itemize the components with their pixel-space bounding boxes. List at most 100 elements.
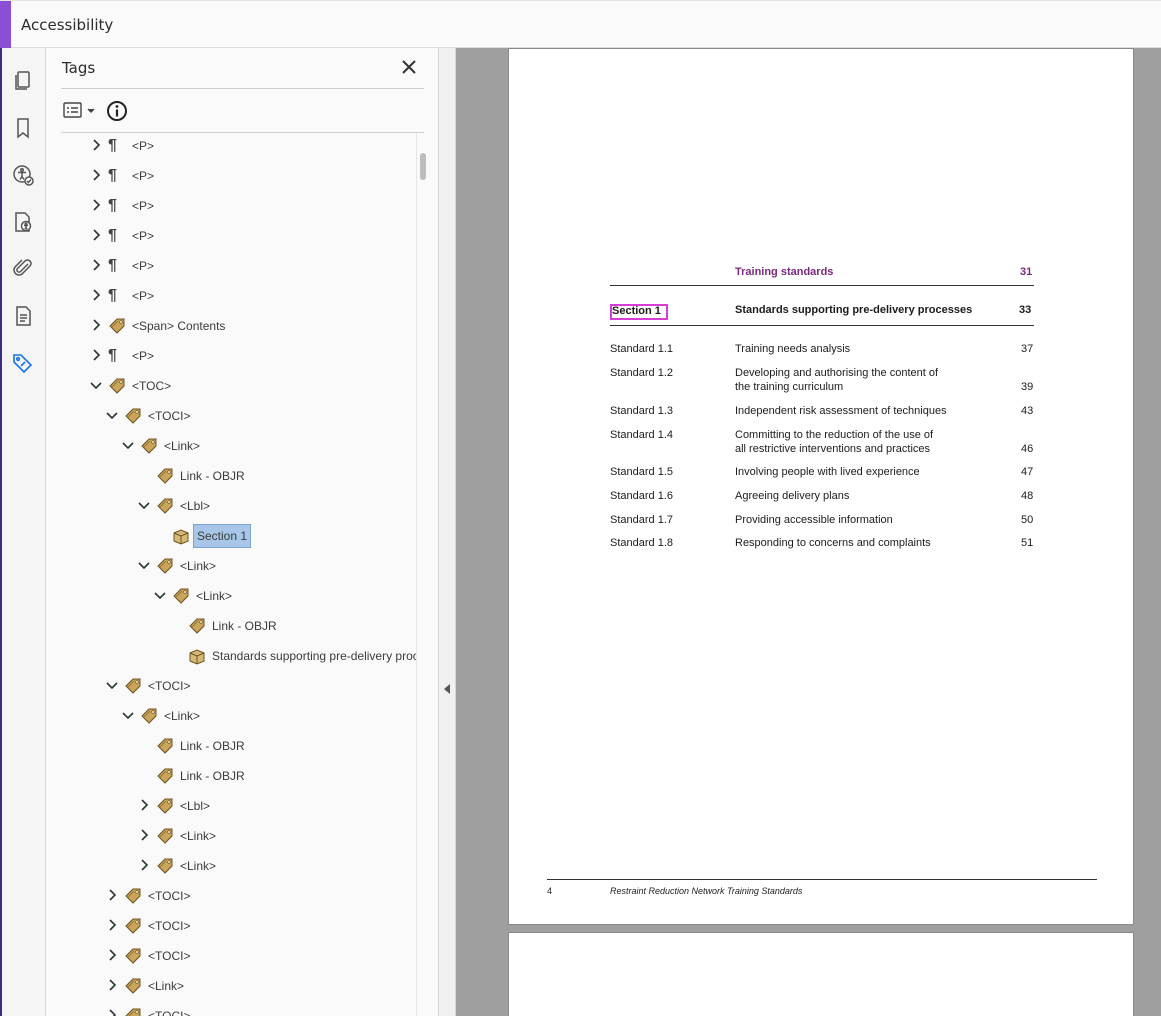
tree-row-label: <Span> Contents <box>132 319 226 333</box>
chevron-right-icon[interactable] <box>105 918 119 932</box>
chevron-right-icon[interactable] <box>137 798 151 812</box>
tree-row[interactable]: ¶ <P> <box>46 161 416 191</box>
scroll-track <box>416 133 417 1016</box>
left-tool-rail <box>0 48 46 1016</box>
tree-row[interactable]: <Link> <box>46 821 416 851</box>
chevron-down-icon[interactable] <box>153 588 167 602</box>
chevron-right-icon[interactable] <box>89 348 103 362</box>
panel-divider <box>61 88 424 89</box>
tree-row-label: <Lbl> <box>180 799 211 813</box>
tags-icon[interactable] <box>10 350 36 376</box>
chevron-right-icon[interactable] <box>89 168 103 182</box>
chevron-down-icon[interactable] <box>121 438 135 452</box>
tree-row-label: <P> <box>132 259 155 273</box>
tag-icon <box>108 377 126 395</box>
tree-row[interactable]: <TOCI> <box>46 671 416 701</box>
tree-row[interactable]: <Lbl> <box>46 791 416 821</box>
tree-row-label: Link - OBJR <box>180 469 245 483</box>
tree-row-label: <P> <box>132 169 155 183</box>
chevron-right-icon[interactable] <box>137 828 151 842</box>
tree-row[interactable]: Link - OBJR <box>46 461 416 491</box>
collapse-panel-icon[interactable] <box>444 684 450 694</box>
tree-row-label: Standards supporting pre-delivery proces… <box>212 649 416 663</box>
footer-rule <box>547 879 1097 880</box>
content-box-icon <box>172 527 190 545</box>
tree-row[interactable]: Link - OBJR <box>46 761 416 791</box>
tree-row[interactable]: <Link> <box>46 851 416 881</box>
tree-row[interactable]: Link - OBJR <box>46 731 416 761</box>
tree-scrollbar[interactable] <box>420 153 426 180</box>
chevron-right-icon[interactable] <box>105 888 119 902</box>
tree-row[interactable]: <Link> <box>46 581 416 611</box>
chevron-down-icon[interactable] <box>137 498 151 512</box>
chevron-right-icon[interactable] <box>89 198 103 212</box>
content-box-icon <box>188 647 206 665</box>
toc-section-page: 33 <box>1019 304 1032 316</box>
chevron-right-icon[interactable] <box>89 288 103 302</box>
chevron-down-icon[interactable] <box>89 378 103 392</box>
options-list-icon[interactable] <box>62 100 98 122</box>
attachment-icon[interactable] <box>10 255 36 281</box>
toc-entry-page: 39 <box>1021 381 1034 393</box>
tree-row-label: <Link> <box>164 439 201 453</box>
tree-row[interactable]: <Link> <box>46 431 416 461</box>
tree-row[interactable]: Link - OBJR <box>46 611 416 641</box>
toc-entry-page: 48 <box>1021 490 1034 502</box>
tree-row[interactable]: <Link> <box>46 551 416 581</box>
accessibility-doc-icon[interactable] <box>10 209 36 235</box>
accessibility-check-icon[interactable] <box>10 162 36 188</box>
tag-icon <box>156 827 174 845</box>
tree-row[interactable]: <Span> Contents <box>46 311 416 341</box>
paragraph-icon: ¶ <box>108 287 117 304</box>
chevron-right-icon[interactable] <box>105 948 119 962</box>
paragraph-icon: ¶ <box>108 257 117 274</box>
tree-row-label: Section 1 <box>193 524 252 548</box>
tree-row[interactable]: <TOCI> <box>46 941 416 971</box>
pages-icon[interactable] <box>10 68 36 94</box>
toc-entry-title: Involving people with lived experience <box>735 466 920 478</box>
tree-row[interactable]: ¶ <P> <box>46 133 416 161</box>
tree-row[interactable]: <TOCI> <box>46 881 416 911</box>
info-icon[interactable] <box>106 100 128 122</box>
document-view[interactable]: Training standards 31 Section 1 Standard… <box>456 48 1161 1016</box>
chevron-right-icon[interactable] <box>89 228 103 242</box>
tag-icon <box>156 767 174 785</box>
toc-entry-title: Providing accessible information <box>735 514 893 526</box>
chevron-right-icon[interactable] <box>89 138 103 152</box>
tree-row[interactable]: ¶ <P> <box>46 221 416 251</box>
panel-splitter[interactable] <box>438 48 456 1016</box>
toc-heading-title: Training standards <box>735 266 834 278</box>
bookmark-icon[interactable] <box>10 115 36 141</box>
toc-entry-number: Standard 1.1 <box>610 343 673 355</box>
chevron-right-icon[interactable] <box>89 258 103 272</box>
tree-row[interactable]: Standards supporting pre-delivery proces… <box>46 641 416 671</box>
chevron-right-icon[interactable] <box>105 978 119 992</box>
chevron-down-icon[interactable] <box>105 678 119 692</box>
tree-row-label: Link - OBJR <box>180 769 245 783</box>
chevron-down-icon[interactable] <box>105 408 119 422</box>
tree-row[interactable]: <TOC> <box>46 371 416 401</box>
tree-row[interactable]: ¶ <P> <box>46 251 416 281</box>
content-icon[interactable] <box>10 303 36 329</box>
chevron-down-icon[interactable] <box>137 558 151 572</box>
tree-row[interactable]: <TOCI> <box>46 401 416 431</box>
chevron-right-icon[interactable] <box>137 858 151 872</box>
chevron-down-icon[interactable] <box>121 708 135 722</box>
rail-edge <box>0 48 2 1016</box>
tree-row[interactable]: <Link> <box>46 701 416 731</box>
tag-icon <box>124 407 142 425</box>
tree-row[interactable]: ¶ <P> <box>46 341 416 371</box>
tree-row[interactable]: ¶ <P> <box>46 281 416 311</box>
close-icon[interactable] <box>400 58 418 76</box>
tree-row[interactable]: ¶ <P> <box>46 191 416 221</box>
toc-entry-title: Responding to concerns and complaints <box>735 537 931 549</box>
tag-icon <box>172 587 190 605</box>
tree-row[interactable]: <Lbl> <box>46 491 416 521</box>
tree-row[interactable]: <TOCI> <box>46 1001 416 1016</box>
tree-row[interactable]: <Link> <box>46 971 416 1001</box>
chevron-right-icon[interactable] <box>89 318 103 332</box>
chevron-right-icon[interactable] <box>105 1008 119 1016</box>
tree-row[interactable]: <TOCI> <box>46 911 416 941</box>
tree-row[interactable]: Section 1 <box>46 521 416 551</box>
title-accent <box>0 1 11 49</box>
